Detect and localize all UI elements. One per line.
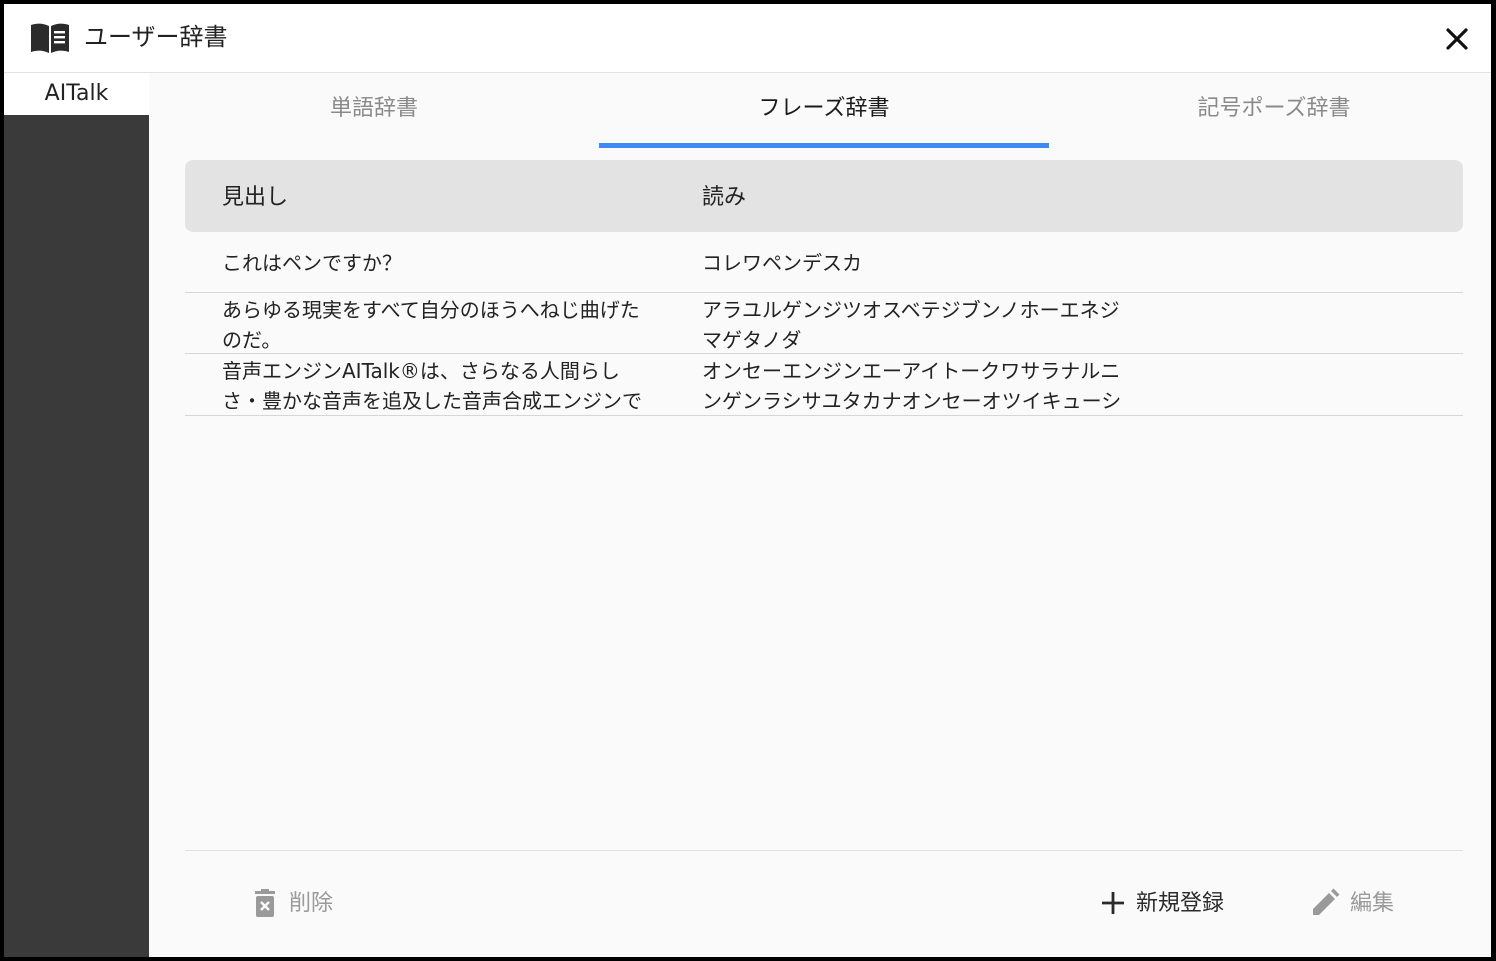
- tab-bar: 単語辞書 フレーズ辞書 記号ポーズ辞書: [149, 73, 1491, 149]
- table-row[interactable]: これはペンですか？ コレワペンデスカ: [185, 232, 1463, 293]
- cell-heading: 音声エンジンAITalk®は、さらなる人間らし さ・豊かな音声を追及した音声合成…: [222, 359, 642, 413]
- footer-divider: [185, 850, 1463, 851]
- title-bar: ユーザー辞書: [4, 4, 1491, 73]
- book-icon: [31, 23, 69, 53]
- cell-heading: これはペンですか？: [222, 251, 402, 275]
- sidebar-item-aitalk[interactable]: AITalk: [4, 73, 149, 115]
- pencil-icon: [1313, 888, 1340, 915]
- tab-symbol-pause-dictionary[interactable]: 記号ポーズ辞書: [1049, 73, 1491, 149]
- column-header-reading: 読み: [702, 185, 747, 210]
- new-entry-label: 新規登録: [1136, 891, 1225, 916]
- edit-label: 編集: [1350, 891, 1395, 916]
- cell-heading: あらゆる現実をすべて自分のほうへねじ曲げた のだ。: [222, 298, 640, 352]
- trash-icon: [255, 889, 275, 917]
- table-row[interactable]: 音声エンジンAITalk®は、さらなる人間らし さ・豊かな音声を追及した音声合成…: [185, 354, 1463, 416]
- cell-reading: アラユルゲンジツオスベテジブンノホーエネジ マゲタノダ: [702, 298, 1120, 352]
- table-header: 見出し 読み: [185, 160, 1463, 232]
- delete-label: 削除: [289, 891, 334, 916]
- table-row[interactable]: あらゆる現実をすべて自分のほうへねじ曲げた のだ。 アラユルゲンジツオスベテジブ…: [185, 293, 1463, 354]
- edit-button[interactable]: 編集: [1310, 884, 1420, 924]
- user-dictionary-window: ユーザー辞書 AITalk 単語辞書 フレーズ辞書 記号ポーズ辞書 見出し 読み…: [4, 4, 1491, 957]
- column-header-heading: 見出し: [222, 185, 289, 210]
- tab-phrase-dictionary[interactable]: フレーズ辞書: [599, 73, 1049, 149]
- plus-icon: [1102, 892, 1124, 914]
- delete-button[interactable]: 削除: [250, 884, 360, 924]
- cell-reading: コレワペンデスカ: [702, 251, 862, 275]
- window-title: ユーザー辞書: [84, 23, 228, 51]
- tab-word-dictionary[interactable]: 単語辞書: [149, 73, 599, 149]
- sidebar: AITalk: [4, 73, 149, 957]
- new-entry-button[interactable]: 新規登録: [1098, 884, 1248, 924]
- close-icon[interactable]: [1440, 22, 1474, 56]
- cell-reading: オンセーエンジンエーアイトークワサラナルニ ンゲンラシサユタカナオンセーオツイキ…: [702, 359, 1122, 413]
- active-tab-indicator: [599, 143, 1049, 148]
